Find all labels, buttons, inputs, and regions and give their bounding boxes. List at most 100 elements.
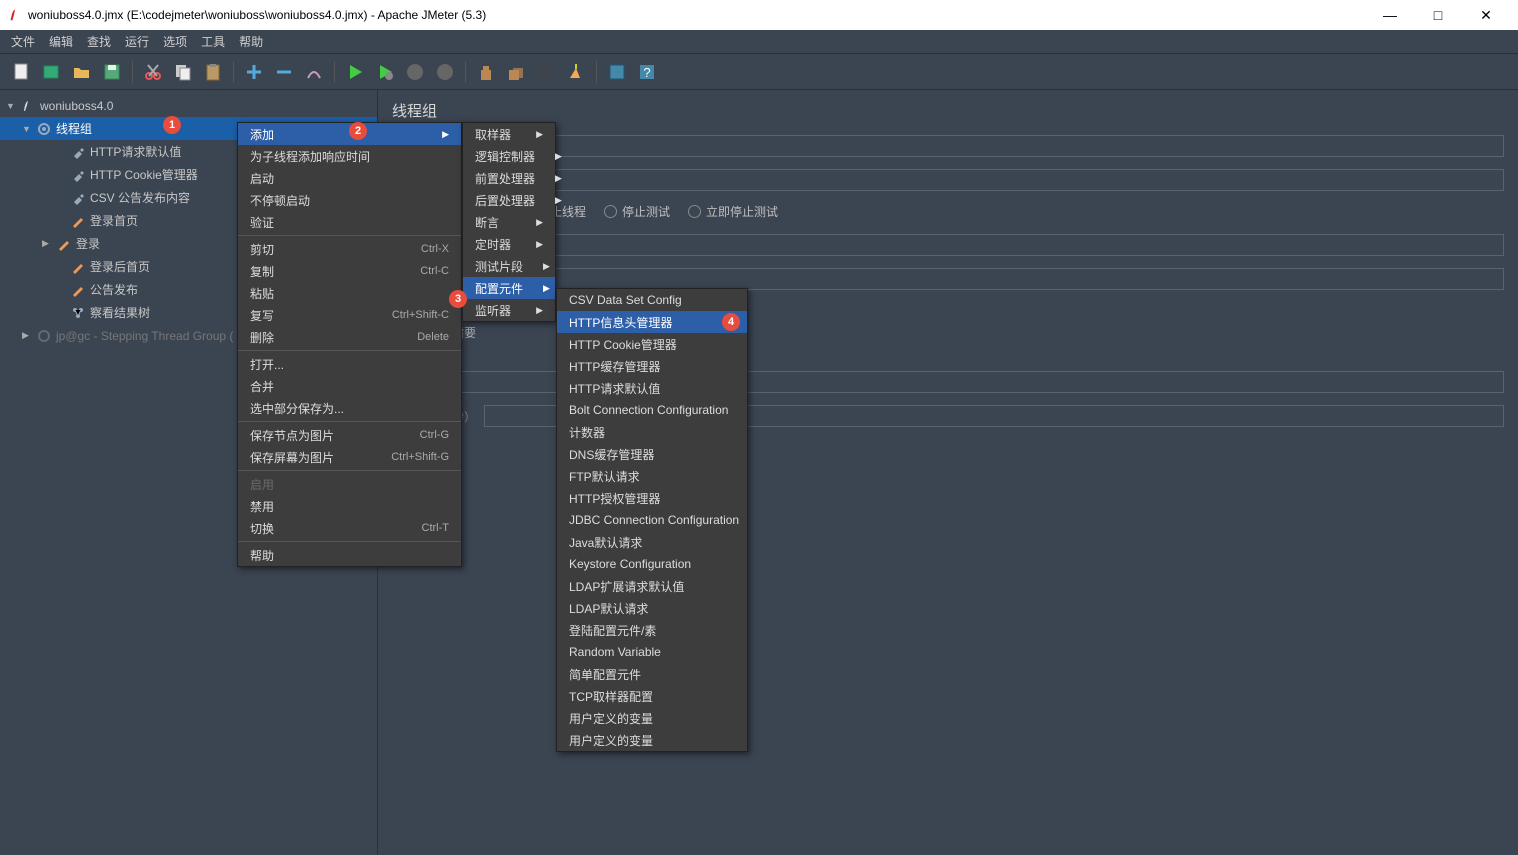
chevron-right-icon: ▶ [422,129,449,140]
ctx-item[interactable]: 定时器▶ [463,233,555,255]
ctx-item[interactable]: 复制Ctrl-C [238,260,461,282]
new-icon[interactable] [8,58,36,86]
ctx-item[interactable]: HTTP请求默认值 [557,377,747,399]
ctx-item[interactable]: Random Variable [557,641,747,663]
ctx-item[interactable]: 计数器 [557,421,747,443]
ctx-label: 前置处理器 [475,170,535,187]
ctx-item[interactable]: 切换Ctrl-T [238,517,461,539]
menubar: 文件编辑查找运行选项工具帮助 [0,30,1518,54]
ctx-label: 为子线程添加响应时间 [250,148,370,165]
ctx-item[interactable]: 选中部分保存为... [238,397,461,419]
ctx-item[interactable]: 前置处理器▶ [463,167,555,189]
maximize-button[interactable]: □ [1424,7,1452,24]
clear-icon[interactable] [472,58,500,86]
ctx-item[interactable]: 不停顿启动 [238,189,461,211]
ctx-item[interactable]: LDAP默认请求 [557,597,747,619]
ctx-item[interactable]: 复写Ctrl+Shift-C [238,304,461,326]
ctx-item[interactable]: 配置元件▶ [463,277,555,299]
help-icon[interactable]: ? [633,58,661,86]
menu-item[interactable]: 查找 [80,30,118,53]
ctx-item[interactable]: 禁用 [238,495,461,517]
ctx-item[interactable]: 简单配置元件 [557,663,747,685]
close-button[interactable]: ✕ [1472,7,1500,24]
menu-item[interactable]: 选项 [156,30,194,53]
ctx-item[interactable]: 用户定义的变量 [557,729,747,751]
ctx-item[interactable]: 保存节点为图片Ctrl-G [238,424,461,446]
ctx-item[interactable]: 监听器▶ [463,299,555,321]
gear-icon [36,328,52,344]
find-icon[interactable] [532,58,560,86]
menu-item[interactable]: 文件 [4,30,42,53]
start-icon[interactable] [341,58,369,86]
ctx-label: HTTP缓存管理器 [569,358,660,375]
copy-icon[interactable] [169,58,197,86]
ctx-item[interactable]: 验证 [238,211,461,233]
menu-item[interactable]: 运行 [118,30,156,53]
tree-thread-group-label: 线程组 [56,120,92,137]
ctx-item[interactable]: 逻辑控制器▶ [463,145,555,167]
open-icon[interactable] [68,58,96,86]
seconds-row: 间（秒）： [392,234,1504,256]
expand-icon[interactable] [240,58,268,86]
ctx-item[interactable]: TCP取样器配置 [557,685,747,707]
ctx-item[interactable]: 取样器▶ [463,123,555,145]
ctx-item[interactable]: DNS缓存管理器 [557,443,747,465]
tree-root[interactable]: ▼ woniuboss4.0 [0,94,377,117]
ctx-item[interactable]: JDBC Connection Configuration [557,509,747,531]
ctx-item[interactable]: 合并 [238,375,461,397]
ctx-label: 选中部分保存为... [250,400,344,417]
ctx-item[interactable]: 保存屏幕为图片Ctrl+Shift-G [238,446,461,468]
ctx-label: HTTP Cookie管理器 [569,336,677,353]
radio-option[interactable]: 停止测试 [604,203,670,220]
ctx-item[interactable]: LDAP扩展请求默认值 [557,575,747,597]
ctx-item[interactable]: 剪切Ctrl-X [238,238,461,260]
ctx-item[interactable]: HTTP Cookie管理器 [557,333,747,355]
collapse-icon[interactable] [270,58,298,86]
ctx-item[interactable]: 帮助 [238,544,461,566]
ctx-item[interactable]: 用户定义的变量 [557,707,747,729]
ctx-item[interactable]: 为子线程添加响应时间 [238,145,461,167]
reset-search-icon[interactable] [562,58,590,86]
shutdown-icon[interactable] [431,58,459,86]
loop-input[interactable] [450,268,1504,290]
ctx-item[interactable]: 后置处理器▶ [463,189,555,211]
seconds-input[interactable] [454,234,1504,256]
tree-item-label: 登录首页 [90,212,138,229]
ctx-item[interactable]: HTTP授权管理器 [557,487,747,509]
ctx-item[interactable]: 登陆配置元件/素 [557,619,747,641]
menu-item[interactable]: 编辑 [42,30,80,53]
ctx-item[interactable]: 断言▶ [463,211,555,233]
paste-icon[interactable] [199,58,227,86]
function-helper-icon[interactable] [603,58,631,86]
minimize-button[interactable]: — [1376,7,1404,24]
ctx-label: HTTP请求默认值 [569,380,660,397]
ctx-item[interactable]: Bolt Connection Configuration [557,399,747,421]
templates-icon[interactable] [38,58,66,86]
menu-item[interactable]: 工具 [194,30,232,53]
radio-option[interactable]: 立即停止测试 [688,203,778,220]
cut-icon[interactable] [139,58,167,86]
ctx-item[interactable]: Keystore Configuration [557,553,747,575]
tree-item-label: CSV 公告发布内容 [90,189,190,206]
ctx-label: 粘贴 [250,285,274,302]
chevron-right-icon: ▶ [535,195,562,206]
ctx-item[interactable]: CSV Data Set Config [557,289,747,311]
clear-all-icon[interactable] [502,58,530,86]
start-no-pause-icon[interactable] [371,58,399,86]
ctx-item[interactable]: 删除Delete [238,326,461,348]
ctx-item[interactable]: FTP默认请求 [557,465,747,487]
ctx-item[interactable]: 粘贴 [238,282,461,304]
ctx-item[interactable]: HTTP信息头管理器 [557,311,747,333]
ctx-item[interactable]: Java默认请求 [557,531,747,553]
ctx-item[interactable]: 打开... [238,353,461,375]
pen-icon [70,259,86,275]
ctx-label: 帮助 [250,547,274,564]
wrench-icon [70,144,86,160]
toggle-icon[interactable] [300,58,328,86]
ctx-item[interactable]: 启动 [238,167,461,189]
save-icon[interactable] [98,58,126,86]
ctx-item[interactable]: HTTP缓存管理器 [557,355,747,377]
stop-icon[interactable] [401,58,429,86]
ctx-item[interactable]: 测试片段▶ [463,255,555,277]
menu-item[interactable]: 帮助 [232,30,270,53]
